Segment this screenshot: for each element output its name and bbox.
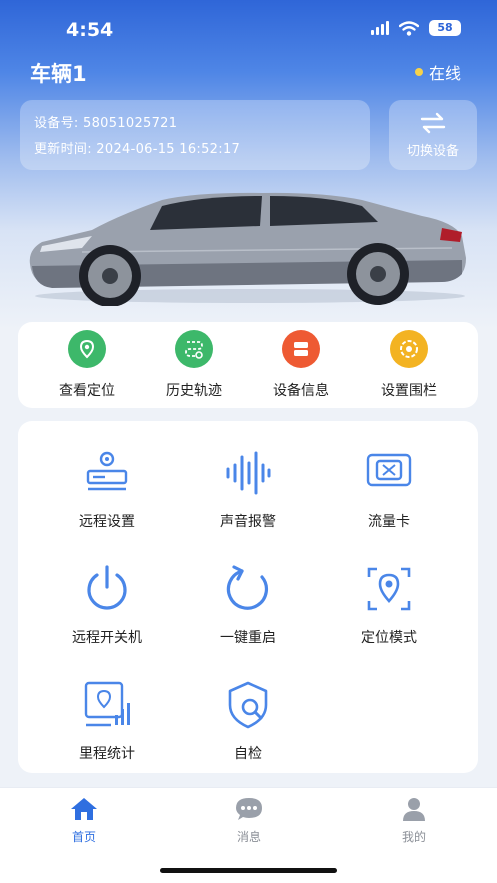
- func-label: 远程设置: [79, 514, 135, 530]
- restart-icon: [226, 565, 269, 610]
- func-mileage-stats[interactable]: 里程统计: [32, 679, 182, 763]
- self-check-icon: [228, 681, 268, 729]
- tab-profile[interactable]: 我的: [364, 796, 464, 845]
- update-time: 更新时间: 2024-06-15 16:52:17: [34, 142, 241, 157]
- remote-settings-icon: [86, 451, 128, 491]
- func-label: 流量卡: [368, 514, 410, 530]
- func-label: 自检: [234, 746, 262, 762]
- switch-device-button[interactable]: 切换设备: [389, 100, 477, 170]
- tab-messages[interactable]: 消息: [199, 796, 299, 845]
- quick-set-geofence[interactable]: 设置围栏: [354, 330, 464, 400]
- home-icon: [71, 798, 97, 820]
- quick-actions-card: 查看定位 历史轨迹 设备信息 设置围栏: [18, 322, 478, 408]
- tab-label: 消息: [236, 830, 261, 844]
- quick-history-route[interactable]: 历史轨迹: [139, 330, 249, 400]
- geofence-icon: [390, 330, 428, 368]
- swap-arrows-icon: [420, 112, 446, 133]
- quick-label: 历史轨迹: [166, 383, 222, 399]
- power-icon: [87, 565, 127, 610]
- func-label: 定位模式: [361, 630, 417, 646]
- func-sound-alarm[interactable]: 声音报警: [173, 447, 323, 531]
- switch-device-label: 切换设备: [406, 143, 459, 159]
- profile-icon: [403, 798, 425, 821]
- cellular-signal-icon: [371, 21, 389, 35]
- quick-label: 查看定位: [59, 383, 115, 399]
- quick-view-location[interactable]: 查看定位: [32, 330, 142, 400]
- vehicle-title: 车辆1: [30, 62, 87, 86]
- func-label: 远程开关机: [72, 630, 142, 646]
- device-info-icon: [282, 330, 320, 368]
- func-remote-power[interactable]: 远程开关机: [32, 563, 182, 647]
- status-bar: 4:54 58: [0, 0, 497, 56]
- sim-card-icon: [366, 453, 412, 487]
- car-image: [29, 192, 466, 306]
- func-self-check[interactable]: 自检: [173, 679, 323, 763]
- device-id: 设备号: 58051025721: [34, 116, 178, 131]
- mileage-stats-icon: [84, 681, 130, 727]
- locate-mode-icon: [367, 567, 411, 611]
- quick-device-info[interactable]: 设备信息: [246, 330, 356, 400]
- tab-label: 我的: [401, 830, 426, 844]
- func-label: 声音报警: [220, 514, 276, 530]
- sound-wave-icon: [226, 451, 271, 495]
- online-dot-icon: [414, 68, 423, 76]
- func-label: 一键重启: [220, 630, 276, 646]
- functions-card: 远程设置 声音报警 流量卡 远程开关机 一键重启 定位模式 里程统计 自检: [18, 421, 478, 773]
- func-locate-mode[interactable]: 定位模式: [314, 563, 464, 647]
- func-sim-card[interactable]: 流量卡: [314, 447, 464, 531]
- func-label: 里程统计: [79, 746, 135, 762]
- func-remote-settings[interactable]: 远程设置: [32, 447, 182, 531]
- online-status: 在线: [414, 60, 461, 84]
- device-info-card: 设备号: 58051025721 更新时间: 2024-06-15 16:52:…: [20, 100, 370, 170]
- wifi-icon: [399, 20, 419, 36]
- home-indicator: [160, 868, 337, 873]
- status-icons: 58: [371, 20, 461, 36]
- online-status-label: 在线: [428, 64, 461, 83]
- func-restart[interactable]: 一键重启: [173, 563, 323, 647]
- route-history-icon: [175, 330, 213, 368]
- battery-icon: 58: [429, 20, 461, 36]
- status-time: 4:54: [66, 19, 114, 41]
- tab-label: 首页: [71, 830, 96, 844]
- quick-label: 设备信息: [273, 383, 329, 399]
- location-pin-icon: [68, 330, 106, 368]
- quick-label: 设置围栏: [381, 383, 437, 399]
- tab-home[interactable]: 首页: [34, 796, 134, 845]
- message-icon: [236, 798, 262, 820]
